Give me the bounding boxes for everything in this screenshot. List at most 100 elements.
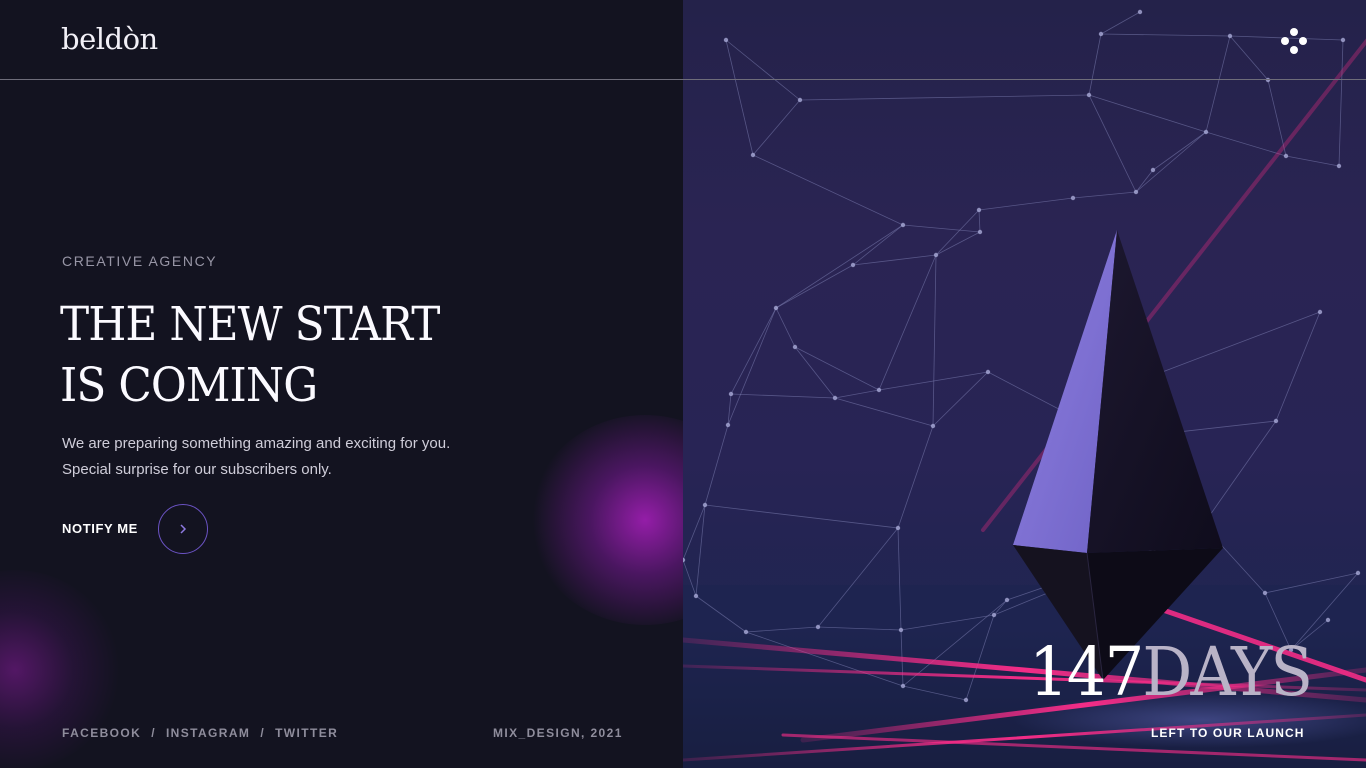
network-node [1317, 309, 1323, 315]
network-node [977, 229, 983, 235]
countdown-caption: LEFT TO OUR LAUNCH [1151, 726, 1305, 740]
network-node [900, 222, 906, 228]
network-node [702, 502, 708, 508]
separator: / [260, 726, 266, 740]
network-node [898, 627, 904, 633]
network-node [1340, 37, 1346, 43]
network-node [728, 391, 734, 397]
network-line [1205, 35, 1231, 133]
network-line [834, 397, 934, 427]
network-node [1325, 617, 1331, 623]
network-line [1275, 311, 1321, 422]
network-line [1229, 35, 1269, 81]
network-line [902, 224, 981, 233]
network-node [876, 387, 882, 393]
network-node [815, 624, 821, 630]
network-line [683, 504, 706, 561]
credit-text: MIX_DESIGN, 2021 [493, 726, 623, 740]
network-line [794, 346, 836, 399]
network-node [743, 629, 749, 635]
network-line [1088, 33, 1102, 96]
chevron-right-icon[interactable] [157, 503, 208, 554]
facebook-link[interactable]: FACEBOOK [62, 726, 141, 740]
network-node [963, 697, 969, 703]
eyebrow-text: CREATIVE AGENCY [62, 253, 218, 269]
network-line [1152, 131, 1207, 171]
countdown-display: 147DAYS [1029, 632, 1313, 712]
network-node [1355, 570, 1361, 576]
network-node [1227, 33, 1233, 39]
network-line [775, 264, 854, 309]
network-line [1135, 169, 1154, 193]
network-node [1070, 195, 1076, 201]
network-line [1202, 420, 1277, 526]
instagram-link[interactable]: INSTAGRAM [166, 726, 250, 740]
network-node [1262, 590, 1268, 596]
network-line [1100, 33, 1231, 37]
network-line [1285, 155, 1340, 167]
network-node [832, 395, 838, 401]
network-node [900, 683, 906, 689]
separator: / [151, 726, 156, 740]
network-node [1273, 418, 1279, 424]
network-line [834, 389, 880, 399]
network-node [750, 152, 756, 158]
network-line [752, 154, 904, 226]
network-line [935, 231, 981, 256]
brand-logo[interactable]: beldòn [61, 22, 158, 56]
network-node [725, 422, 731, 428]
network-line [727, 307, 777, 426]
purple-glow [530, 415, 683, 625]
network-node [1086, 92, 1092, 98]
twitter-link[interactable]: TWITTER [275, 726, 338, 740]
network-line [978, 197, 1074, 211]
network-line [775, 224, 904, 309]
network-node [1004, 597, 1010, 603]
network-node [985, 369, 991, 375]
network-line [704, 424, 729, 506]
network-line [1205, 131, 1287, 157]
page-title: THE NEW START IS COMING [60, 294, 440, 416]
countdown-unit: DAYS [1142, 633, 1313, 711]
network-line [1072, 191, 1137, 199]
headline-line: THE NEW START [60, 297, 440, 352]
network-line [878, 254, 937, 391]
network-line [799, 94, 1090, 101]
network-node [1137, 9, 1143, 15]
header-divider [0, 79, 1366, 80]
network-node [1098, 31, 1104, 37]
network-node [792, 344, 798, 350]
notify-me-button[interactable]: NOTIFY ME [62, 503, 208, 554]
network-node [693, 593, 699, 599]
network-node [991, 612, 997, 618]
network-line [725, 39, 801, 101]
network-line [852, 254, 937, 266]
network-node [1203, 129, 1209, 135]
network-line [730, 307, 777, 395]
network-line [1135, 131, 1207, 193]
network-line [935, 209, 980, 256]
network-line [1100, 11, 1141, 35]
notify-me-label[interactable]: NOTIFY ME [62, 521, 138, 536]
network-line [1088, 94, 1207, 133]
network-node [976, 207, 982, 213]
network-line [725, 39, 754, 156]
network-node [1133, 189, 1139, 195]
network-line [794, 346, 880, 391]
network-node [895, 525, 901, 531]
lead-paragraph: We are preparing something amazing and e… [62, 431, 450, 482]
lead-line: We are preparing something amazing and e… [62, 435, 451, 452]
network-line [695, 504, 706, 597]
network-line [978, 209, 981, 233]
network-node [1150, 167, 1156, 173]
network-node [933, 252, 939, 258]
headline-line: IS COMING [60, 358, 318, 413]
dots-menu-icon[interactable] [1281, 28, 1307, 54]
lead-line: Special surprise for our subscribers onl… [62, 460, 332, 478]
network-line [932, 254, 937, 427]
network-node [1283, 153, 1289, 159]
network-line [704, 504, 899, 529]
network-line [1088, 94, 1137, 193]
network-line [852, 224, 904, 266]
network-line [897, 425, 934, 529]
